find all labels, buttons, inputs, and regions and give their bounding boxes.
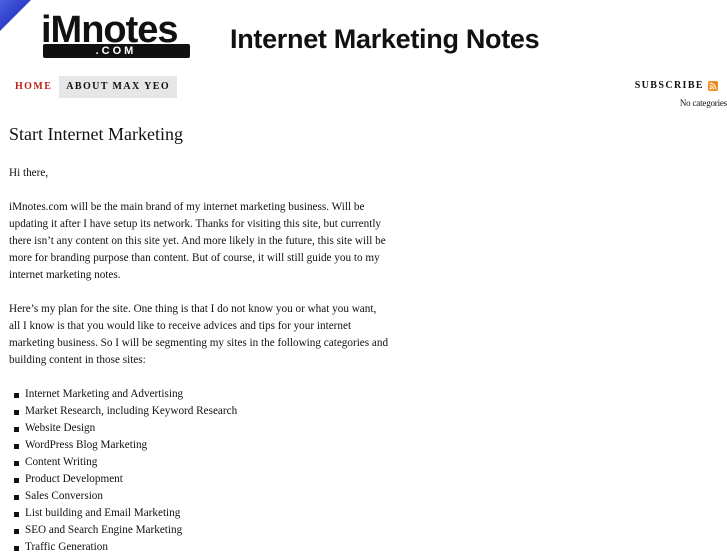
post-content: Hi there, iMnotes.com will be the main b… bbox=[9, 165, 389, 556]
list-item: Traffic Generation bbox=[14, 539, 389, 556]
rss-icon bbox=[708, 80, 718, 91]
main-nav: HOME ABOUT MAX YEO bbox=[8, 76, 178, 98]
list-item: Product Development bbox=[14, 471, 389, 488]
post-title[interactable]: Start Internet Marketing bbox=[9, 124, 183, 145]
nav-about-link[interactable]: ABOUT MAX YEO bbox=[59, 76, 178, 98]
post-paragraph: Hi there, bbox=[9, 167, 49, 179]
post-paragraph: Here’s my plan for the site. One thing i… bbox=[9, 303, 389, 366]
list-item: List building and Email Marketing bbox=[14, 505, 389, 522]
list-item: Internet Marketing and Advertising bbox=[14, 386, 389, 403]
post-paragraph: iMnotes.com will be the main brand of my… bbox=[9, 201, 386, 281]
categories-empty-text: No categories bbox=[679, 98, 727, 108]
list-item: WordPress Blog Marketing bbox=[14, 437, 389, 454]
logo-sub-text: .COM bbox=[95, 45, 137, 57]
category-list: Internet Marketing and Advertising Marke… bbox=[9, 386, 389, 556]
list-item: Content Writing bbox=[14, 454, 389, 471]
list-item: Market Research, including Keyword Resea… bbox=[14, 403, 389, 420]
nav-home-link[interactable]: HOME bbox=[8, 76, 59, 98]
list-item: Sales Conversion bbox=[14, 488, 389, 505]
subscribe-label: SUBSCRIBE bbox=[634, 80, 704, 91]
site-logo[interactable]: iMnotes .COM bbox=[41, 9, 191, 60]
site-title[interactable]: Internet Marketing Notes bbox=[230, 22, 540, 56]
subscribe-link[interactable]: SUBSCRIBE bbox=[635, 80, 718, 91]
list-item: Website Design bbox=[14, 420, 389, 437]
list-item: SEO and Search Engine Marketing bbox=[14, 522, 389, 539]
corner-ribbon bbox=[0, 0, 34, 34]
